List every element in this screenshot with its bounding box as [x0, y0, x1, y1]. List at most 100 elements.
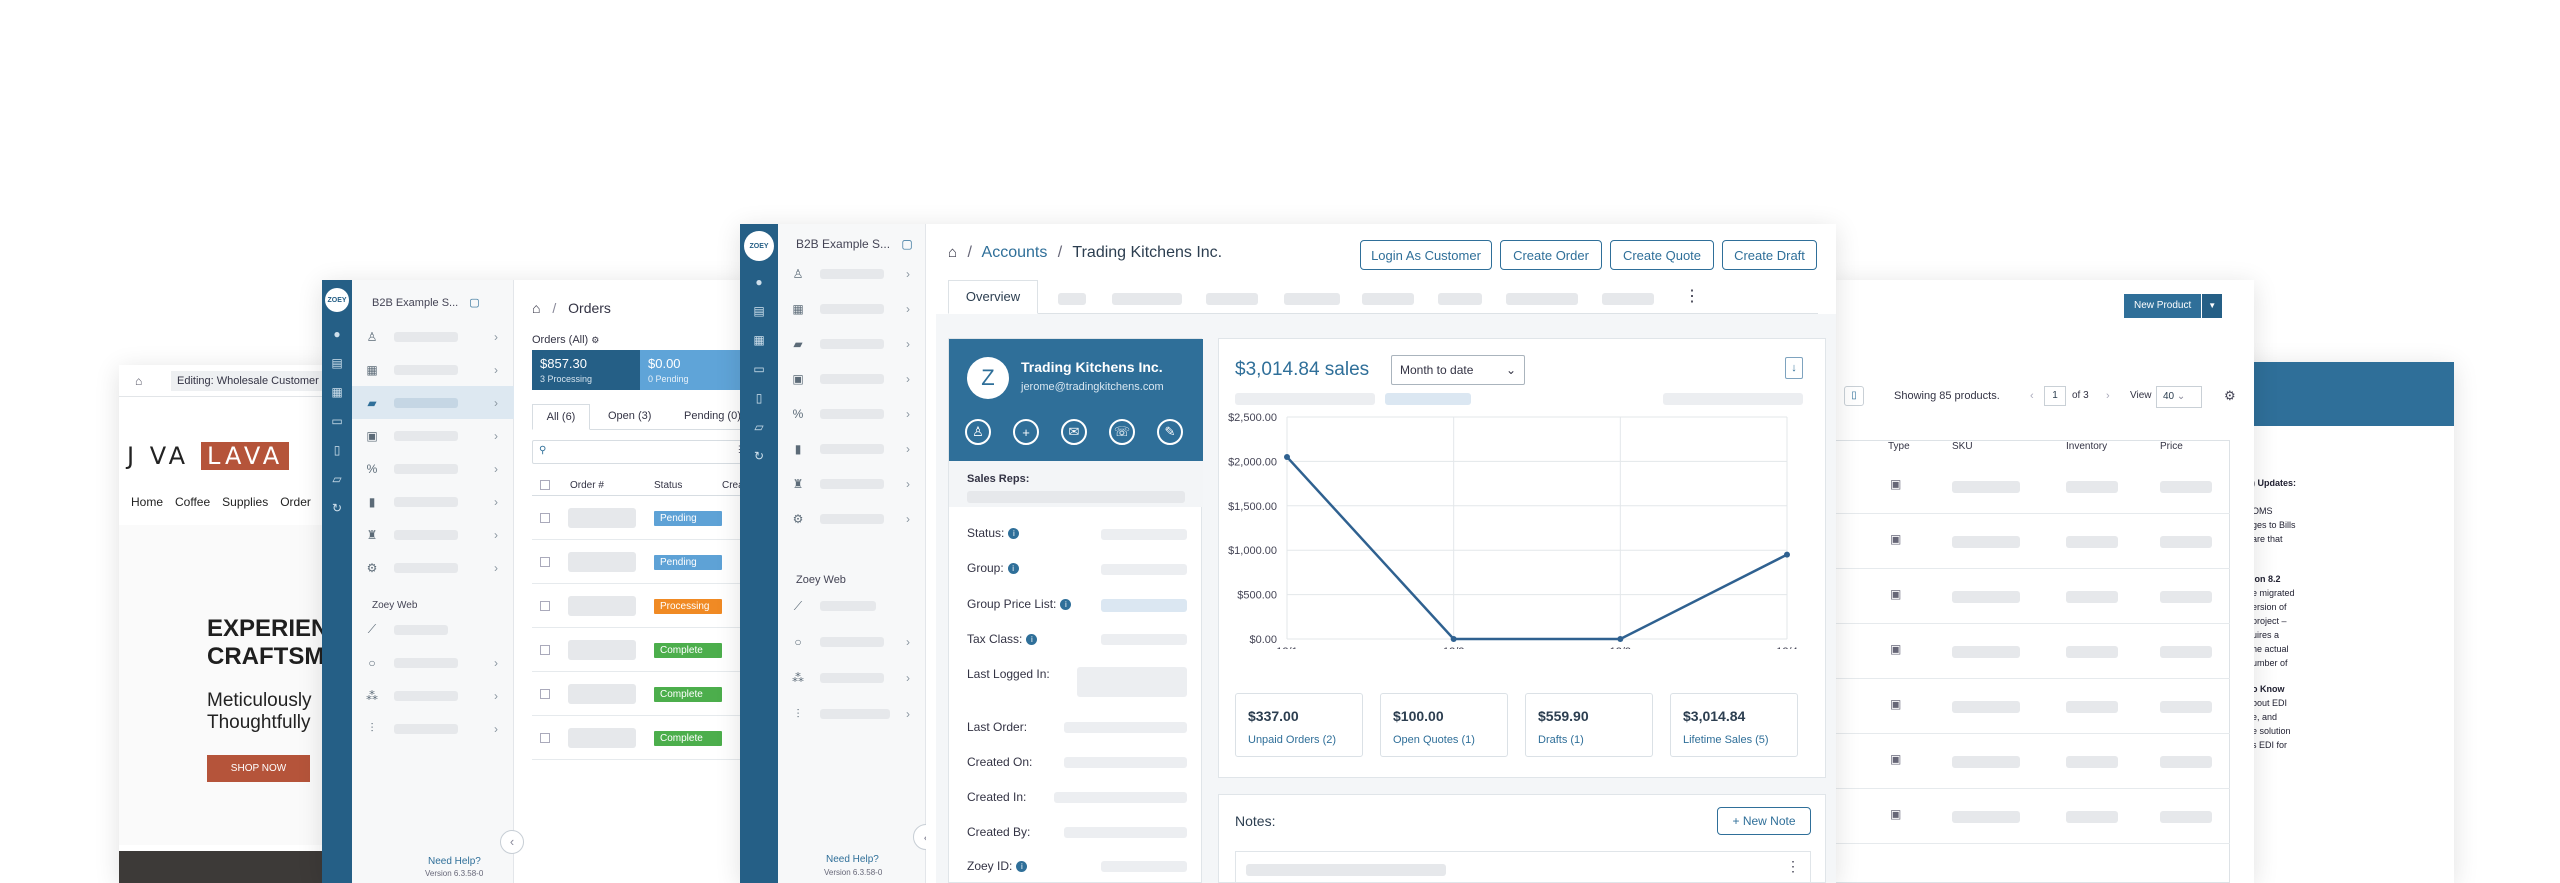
mail-icon[interactable]: ✉ — [1061, 419, 1087, 445]
orders-filter-label[interactable]: Orders (All) ⚙ — [532, 334, 599, 346]
stat-drafts[interactable]: $559.90 Drafts (1) — [1525, 693, 1653, 757]
table-row[interactable]: ▣ — [1830, 569, 2230, 624]
nav-item-customers[interactable]: ♙ › — [778, 256, 926, 291]
data-point[interactable] — [1450, 636, 1457, 642]
store-switcher[interactable]: B2B Example S... ▢ — [796, 237, 913, 251]
export-icon[interactable]: ▯ — [1844, 386, 1864, 406]
table-row[interactable]: ▣ — [1830, 734, 2230, 789]
nav-item-customers[interactable]: ♙ › — [352, 320, 514, 353]
page-input[interactable]: 1 — [2044, 386, 2066, 406]
nav-item-reports[interactable]: ▮ › — [352, 485, 514, 518]
nav-item-inventory[interactable]: ▣ › — [352, 419, 514, 452]
need-help-link[interactable]: Need Help? — [826, 854, 879, 865]
store-switcher[interactable]: B2B Example S... ▢ — [372, 296, 480, 309]
tab-open[interactable]: Open (3) — [608, 410, 651, 422]
row-checkbox[interactable] — [540, 645, 550, 655]
home-icon[interactable]: ⌂ — [135, 374, 142, 388]
nav-item-orders[interactable]: ▰ › — [778, 326, 926, 361]
tab-placeholder[interactable] — [1362, 293, 1414, 305]
grid-icon[interactable]: ▦ — [330, 385, 344, 399]
create-draft-button[interactable]: Create Draft — [1722, 240, 1817, 270]
stat-open-quotes[interactable]: $100.00 Open Quotes (1) — [1380, 693, 1508, 757]
nav-coffee[interactable]: Coffee — [175, 495, 210, 509]
table-row[interactable]: Pending — [532, 496, 752, 540]
pending-card[interactable]: $0.00 0 Pending — [640, 350, 752, 390]
create-quote-button[interactable]: Create Quote — [1610, 240, 1714, 270]
zoey-logo[interactable]: ZOEY — [744, 231, 774, 261]
shop-now-button[interactable]: SHOP NOW — [207, 755, 310, 782]
breadcrumb-accounts-link[interactable]: Accounts — [982, 244, 1048, 261]
nav-item-promotions[interactable]: % › — [352, 452, 514, 485]
nav-supplies[interactable]: Supplies — [222, 495, 268, 509]
home-icon[interactable]: ⌂ — [532, 300, 540, 316]
store-icon[interactable]: ▤ — [752, 304, 766, 318]
tab-placeholder[interactable] — [1506, 293, 1578, 305]
row-checkbox[interactable] — [540, 513, 550, 523]
orders-search-input[interactable]: ⚲ ☰ — [532, 440, 752, 464]
tab-placeholder[interactable] — [1058, 293, 1086, 305]
nav-item-web-sitemap[interactable]: ⁂ › — [352, 679, 514, 712]
nav-item-web-settings[interactable]: ⫶ › — [352, 712, 514, 745]
folder-icon[interactable]: ▭ — [330, 414, 344, 428]
nav-home[interactable]: Home — [131, 495, 163, 509]
document-icon[interactable]: ▯ — [330, 443, 344, 457]
tab-placeholder[interactable] — [1438, 293, 1482, 305]
nav-item-web-comments[interactable]: ○ › — [778, 624, 926, 660]
nav-item-reports[interactable]: ▮ › — [778, 431, 926, 466]
tab-overview[interactable]: Overview — [948, 280, 1038, 314]
table-row[interactable]: Complete — [532, 628, 752, 672]
data-point[interactable] — [1617, 636, 1624, 642]
row-checkbox[interactable] — [540, 601, 550, 611]
nav-item-inventory[interactable]: ▣ › — [778, 361, 926, 396]
nav-item-web-analytics[interactable]: ⟋ — [778, 588, 926, 624]
tab-placeholder[interactable] — [1206, 293, 1258, 305]
more-vertical-icon[interactable]: ⋮ — [1684, 286, 1700, 306]
thumb-icon[interactable]: ▱ — [330, 472, 344, 486]
row-checkbox[interactable] — [540, 689, 550, 699]
thumb-icon[interactable]: ▱ — [752, 420, 766, 434]
grid-icon[interactable]: ▦ — [752, 333, 766, 347]
tab-pending[interactable]: Pending (0) — [684, 410, 741, 422]
table-row[interactable]: ▣ — [1830, 459, 2230, 514]
nav-item-web-settings[interactable]: ⫶ › — [778, 696, 926, 732]
nav-item-settings[interactable]: ⚙ › — [352, 551, 514, 584]
period-select[interactable]: Month to date ⌄ — [1391, 355, 1525, 385]
more-vertical-icon[interactable]: ⋮ — [1786, 858, 1800, 875]
download-icon[interactable]: ↓ — [1785, 357, 1803, 379]
account-email[interactable]: jerome@tradingkitchens.com — [1021, 381, 1164, 393]
new-product-button[interactable]: New Product ▼ — [2124, 294, 2223, 318]
table-row[interactable]: ▣ — [1830, 514, 2230, 569]
nav-order[interactable]: Order — [280, 495, 311, 509]
user-icon[interactable]: ● — [330, 327, 344, 341]
stat-unpaid-orders[interactable]: $337.00 Unpaid Orders (2) — [1235, 693, 1363, 757]
tab-placeholder[interactable] — [1284, 293, 1340, 305]
data-point[interactable] — [1784, 551, 1790, 558]
need-help-link[interactable]: Need Help? — [428, 856, 481, 867]
new-note-button[interactable]: + New Note — [1717, 807, 1811, 835]
settings-icon[interactable]: ⚙ — [2224, 388, 2236, 404]
view-select[interactable]: 40 ⌄ — [2156, 386, 2202, 408]
add-contact-icon[interactable]: ♙ — [965, 419, 991, 445]
nav-item-orders[interactable]: ▰ › — [352, 386, 514, 419]
document-icon[interactable]: ▯ — [752, 391, 766, 405]
create-order-button[interactable]: Create Order — [1500, 240, 1602, 270]
table-row[interactable]: Processing — [532, 584, 752, 628]
nav-item-web-comments[interactable]: ○ › — [352, 646, 514, 679]
prev-page-icon[interactable]: ‹ — [2030, 390, 2034, 402]
nav-item-marketing[interactable]: ♜ › — [352, 518, 514, 551]
table-row[interactable]: Pending — [532, 540, 752, 584]
plus-icon[interactable]: + — [1013, 419, 1039, 445]
zoey-logo[interactable]: ZOEY — [325, 288, 349, 312]
next-page-icon[interactable]: › — [2106, 390, 2110, 402]
select-all-checkbox[interactable] — [540, 480, 550, 490]
nav-item-catalog[interactable]: ▦ › — [352, 353, 514, 386]
nav-item-catalog[interactable]: ▦ › — [778, 291, 926, 326]
folder-icon[interactable]: ▭ — [752, 362, 766, 376]
stat-lifetime-sales[interactable]: $3,014.84 Lifetime Sales (5) — [1670, 693, 1798, 757]
note-item[interactable]: ⋮ — [1235, 851, 1811, 883]
nav-item-web-sitemap[interactable]: ⁂ › — [778, 660, 926, 696]
tab-all[interactable]: All (6) — [532, 404, 590, 430]
table-row[interactable]: ▣ — [1830, 789, 2230, 844]
data-point[interactable] — [1284, 453, 1290, 460]
nav-item-web-analytics[interactable]: ⟋ — [352, 613, 514, 646]
